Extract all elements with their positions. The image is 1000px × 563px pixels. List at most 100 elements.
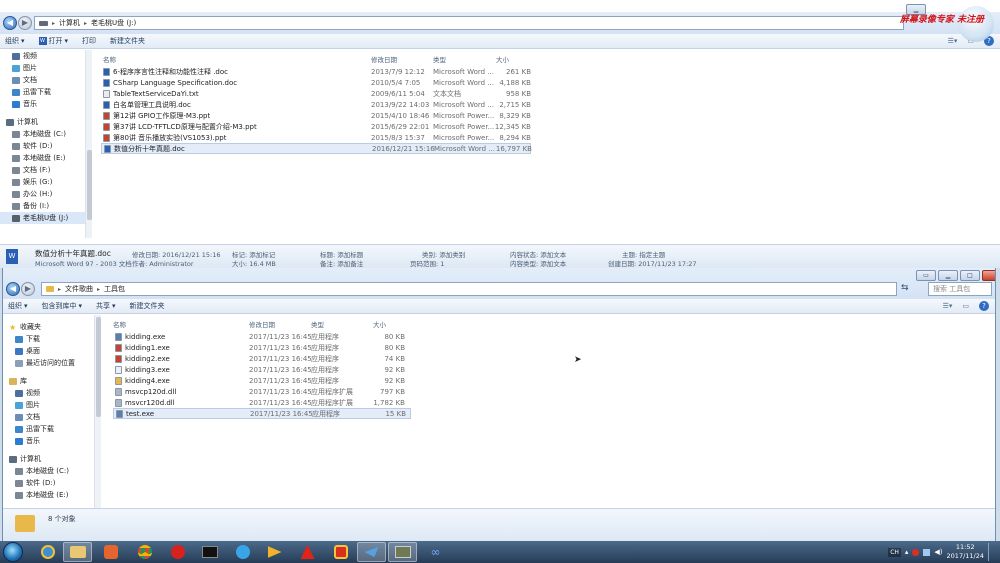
- infinity-app-icon[interactable]: ∞: [421, 542, 450, 562]
- nav-scrollbar[interactable]: [94, 315, 101, 509]
- chrome-icon[interactable]: [130, 542, 159, 562]
- detail-comments[interactable]: 备注: 添加备注: [320, 258, 363, 268]
- language-indicator[interactable]: CH: [888, 547, 901, 557]
- print-button[interactable]: 打印: [82, 36, 96, 46]
- file-row[interactable]: kidding2.exe 2017/11/23 16:45 应用程序 74 KB: [113, 353, 411, 364]
- minimize-button[interactable]: ▁: [938, 270, 958, 281]
- extra-button[interactable]: ▭: [916, 270, 936, 281]
- new-folder-button[interactable]: 新建文件夹: [130, 301, 165, 311]
- breadcrumb-item[interactable]: 文件歌曲: [65, 284, 93, 294]
- detail-content-type[interactable]: 内容类型: 添加文本: [510, 258, 566, 268]
- column-header-modified[interactable]: 修改日期: [371, 54, 397, 64]
- breadcrumb-item[interactable]: 老毛桃U盘 (J:): [91, 18, 136, 28]
- bird-app-icon[interactable]: [357, 542, 386, 562]
- nav-item[interactable]: 图片: [0, 62, 91, 74]
- start-button[interactable]: [3, 542, 23, 562]
- organize-menu[interactable]: 组织 ▾: [8, 301, 28, 311]
- explorer-taskbar-icon[interactable]: [63, 542, 92, 562]
- preview-pane-icon[interactable]: ▭: [962, 302, 969, 310]
- nav-item[interactable]: 最近访问的位置: [3, 357, 94, 369]
- scrollbar-thumb[interactable]: [96, 317, 101, 417]
- file-row[interactable]: kidding3.exe 2017/11/23 16:45 应用程序 92 KB: [113, 364, 411, 375]
- nav-item[interactable]: 迅雷下载: [0, 86, 91, 98]
- nav-item[interactable]: 文档: [0, 74, 91, 86]
- nav-item[interactable]: 计算机: [3, 453, 94, 465]
- nav-item[interactable]: 音乐: [0, 98, 91, 110]
- scrollbar-thumb[interactable]: [87, 150, 92, 220]
- column-header-type[interactable]: 类型: [433, 54, 446, 64]
- netease-music-icon[interactable]: [163, 542, 192, 562]
- file-row[interactable]: 白名单管理工具说明.doc 2013/9/22 14:03 Microsoft Wo…: [101, 99, 531, 110]
- chevron-up-icon[interactable]: ▴: [905, 548, 909, 556]
- breadcrumb-item[interactable]: 工具包: [104, 284, 125, 294]
- nav-item[interactable]: 迅雷下载: [3, 423, 94, 435]
- maximize-button[interactable]: □: [960, 270, 980, 281]
- column-header-name[interactable]: 名称: [113, 319, 126, 329]
- clock[interactable]: 11:52 2017/11/24: [947, 543, 984, 561]
- ie-icon[interactable]: [33, 542, 62, 562]
- address-field[interactable]: ▸ 计算机 ▸ 老毛桃U盘 (J:): [34, 16, 904, 30]
- file-row[interactable]: msvcr120d.dll 2017/11/23 16:45 应用程序扩展 1,782…: [113, 397, 411, 408]
- nav-item[interactable]: 桌面: [3, 345, 94, 357]
- column-header-size[interactable]: 大小: [373, 319, 386, 329]
- nav-item[interactable]: ★ 收藏夹: [3, 321, 94, 333]
- new-folder-button[interactable]: 新建文件夹: [110, 36, 145, 46]
- organize-menu[interactable]: 组织 ▾: [5, 36, 25, 46]
- breadcrumb-item[interactable]: 计算机: [59, 18, 80, 28]
- nav-item[interactable]: 库: [3, 375, 94, 387]
- speaker-icon[interactable]: ◀): [934, 548, 942, 556]
- nav-item[interactable]: 本地磁盘 (E:): [0, 152, 91, 164]
- nav-item[interactable]: 本地磁盘 (C:): [3, 465, 94, 477]
- console-icon[interactable]: [195, 542, 224, 562]
- nav-item[interactable]: 视频: [3, 387, 94, 399]
- nav-item[interactable]: 视频: [0, 50, 91, 62]
- file-row[interactable]: CSharp Language Specification.doc 2010/5/…: [101, 77, 531, 88]
- file-row[interactable]: 第12讲 GPIO工作原理-M3.ppt 2015/4/10 18:46 Micro…: [101, 110, 531, 121]
- nav-item[interactable]: 娱乐 (G:): [0, 176, 91, 188]
- back-button[interactable]: ◀: [3, 16, 17, 30]
- refresh-icon[interactable]: ⇆: [901, 283, 909, 293]
- address-field[interactable]: ▸ 文件歌曲 ▸ 工具包: [41, 282, 897, 296]
- show-desktop-button[interactable]: [988, 543, 994, 561]
- nav-scrollbar[interactable]: [85, 50, 92, 238]
- view-options-icon[interactable]: ☰▾: [943, 302, 953, 310]
- file-row[interactable]: kidding1.exe 2017/11/23 16:45 应用程序 80 KB: [113, 342, 411, 353]
- file-row[interactable]: 数值分析十年真题.doc 2016/12/21 15:16 Microsoft Wo…: [101, 143, 532, 154]
- network-icon[interactable]: [923, 548, 931, 556]
- file-row[interactable]: msvcp120d.dll 2017/11/23 16:45 应用程序扩展 797 K…: [113, 386, 411, 397]
- open-button[interactable]: W 打开 ▾: [38, 36, 68, 46]
- nav-item[interactable]: 本地磁盘 (C:): [0, 128, 91, 140]
- nav-item[interactable]: 办公 (H:): [0, 188, 91, 200]
- nav-item[interactable]: 软件 (D:): [3, 477, 94, 489]
- nav-item[interactable]: 备份 (I:): [0, 200, 91, 212]
- file-row[interactable]: test.exe 2017/11/23 16:45 应用程序 15 KB: [113, 408, 411, 419]
- nav-item[interactable]: 文档: [3, 411, 94, 423]
- file-row[interactable]: TableTextServiceDaYi.txt 2009/6/11 5:04 文本…: [101, 88, 531, 99]
- forward-button[interactable]: ▶: [18, 16, 32, 30]
- help-icon[interactable]: ?: [979, 301, 989, 311]
- nav-item[interactable]: 文档 (F:): [0, 164, 91, 176]
- nav-item[interactable]: 下载: [3, 333, 94, 345]
- search-input[interactable]: 搜索 工具包: [928, 282, 992, 296]
- baidu-icon[interactable]: [293, 542, 322, 562]
- column-header-name[interactable]: 名称: [103, 54, 116, 64]
- screen-recorder-icon[interactable]: [388, 542, 417, 562]
- back-button[interactable]: ◀: [6, 282, 20, 296]
- nav-item[interactable]: 音乐: [3, 435, 94, 447]
- forward-button[interactable]: ▶: [21, 282, 35, 296]
- close-button[interactable]: ✕: [982, 270, 995, 281]
- game-app-icon[interactable]: [326, 542, 355, 562]
- view-options-icon[interactable]: ☰▾: [948, 37, 958, 45]
- file-row[interactable]: 第37讲 LCD-TFTLCD原理与配置介绍-M3.ppt 2015/6/29 2…: [101, 121, 531, 132]
- file-row[interactable]: 第80讲 音乐播放实验(VS1053).ppt 2015/8/3 15:37 Mic…: [101, 132, 531, 143]
- column-header-type[interactable]: 类型: [311, 319, 324, 329]
- security-icon[interactable]: [912, 548, 920, 556]
- nav-item[interactable]: 软件 (D:): [0, 140, 91, 152]
- column-header-modified[interactable]: 修改日期: [249, 319, 275, 329]
- nav-item[interactable]: 本地磁盘 (E:): [3, 489, 94, 501]
- file-row[interactable]: kidding4.exe 2017/11/23 16:45 应用程序 92 KB: [113, 375, 411, 386]
- nav-item[interactable]: 图片: [3, 399, 94, 411]
- share-menu[interactable]: 共享 ▾: [96, 301, 116, 311]
- chat-app-icon[interactable]: [228, 542, 257, 562]
- include-in-library-menu[interactable]: 包含到库中 ▾: [42, 301, 83, 311]
